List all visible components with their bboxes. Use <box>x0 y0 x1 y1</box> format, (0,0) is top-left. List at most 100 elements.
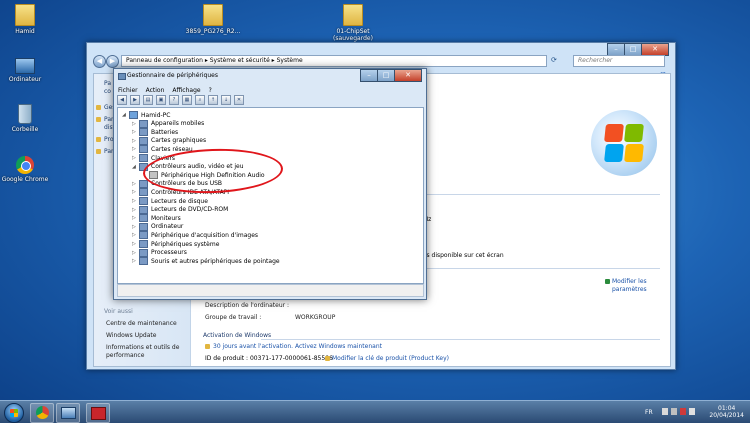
taskbar-toolbox[interactable] <box>86 403 110 423</box>
refresh-icon[interactable]: ⟳ <box>551 56 557 64</box>
tree-category[interactable]: ▷ Lecteurs de disque <box>132 197 208 205</box>
window-controls: – □ ✕ <box>360 69 422 82</box>
taskbar-chrome[interactable] <box>30 403 54 423</box>
view-icon[interactable]: ▤ <box>143 95 153 105</box>
desktop-icon-label: Google Chrome <box>1 176 49 183</box>
flag-icon <box>662 408 668 415</box>
device-icon <box>139 222 148 231</box>
help-icon[interactable]: ? <box>169 95 179 105</box>
link-windows-update[interactable]: Windows Update <box>106 332 156 339</box>
search-input[interactable]: Rechercher <box>573 55 665 67</box>
tree-label: Hamid-PC <box>141 111 171 119</box>
clock[interactable]: 01:04 20/04/2014 <box>709 405 744 419</box>
desktop-icon-chrome[interactable]: Google Chrome <box>0 156 50 183</box>
collapsed-arrow-icon[interactable]: ▷ <box>132 258 137 264</box>
expanded-arrow-icon[interactable]: ◢ <box>132 164 137 170</box>
minimize-button[interactable]: – <box>360 69 378 82</box>
recycle-bin-icon <box>18 104 32 124</box>
uninstall-icon[interactable]: ✕ <box>234 95 244 105</box>
device-icon <box>139 154 148 162</box>
device-manager-title: Gestionnaire de périphériques <box>127 72 218 79</box>
collapsed-arrow-icon[interactable]: ▷ <box>132 129 137 135</box>
tree-label: Périphériques système <box>151 240 220 248</box>
maximize-button[interactable]: □ <box>377 69 395 82</box>
tree-category[interactable]: ▷ Moniteurs <box>132 214 181 223</box>
toolbox-icon <box>90 407 106 420</box>
tree-category[interactable]: ▷ Batteries <box>132 128 178 137</box>
scan-hardware-icon[interactable]: ⌕ <box>195 95 205 105</box>
left-pane-link[interactable]: co <box>104 88 111 95</box>
tree-label: Périphérique d'acquisition d'images <box>151 231 259 239</box>
menu-file[interactable]: Fichier <box>118 87 138 94</box>
collapsed-arrow-icon[interactable]: ▷ <box>132 241 137 247</box>
collapsed-arrow-icon[interactable]: ▷ <box>132 146 137 152</box>
shield-icon <box>605 279 610 284</box>
back-icon[interactable]: ◀ <box>117 95 127 105</box>
collapsed-arrow-icon[interactable]: ▷ <box>132 121 137 127</box>
start-button[interactable] <box>4 403 24 423</box>
shield-icon <box>96 117 101 122</box>
change-settings-link[interactable]: Modifier les <box>612 278 647 285</box>
network-icon <box>671 408 677 415</box>
desktop-icon-folder-pg276[interactable]: 3859_PG276_R2... <box>183 4 243 35</box>
tree-root[interactable]: ◢ Hamid-PC <box>122 111 170 119</box>
device-icon <box>139 205 148 214</box>
window-titlebar[interactable] <box>87 43 675 53</box>
collapsed-arrow-icon[interactable]: ▷ <box>132 138 137 144</box>
forward-icon[interactable]: ▶ <box>106 55 119 68</box>
close-button[interactable]: ✕ <box>394 69 422 82</box>
tree-category[interactable]: ▷ Ordinateur <box>132 222 183 231</box>
language-indicator[interactable]: FR <box>645 409 653 416</box>
menu-view[interactable]: Affichage <box>172 87 200 94</box>
desktop-icon-recycle-bin[interactable]: Corbeille <box>0 104 50 133</box>
chrome-icon <box>35 406 49 419</box>
collapsed-arrow-icon[interactable]: ▷ <box>132 215 137 221</box>
desktop-icon-label: Ordinateur <box>8 76 42 83</box>
collapsed-arrow-icon[interactable]: ▷ <box>132 224 137 230</box>
tree-category[interactable]: ▷ Processeurs <box>132 248 187 257</box>
tree-category[interactable]: ▷ Périphérique d'acquisition d'images <box>132 231 259 240</box>
resources-icon[interactable]: ▦ <box>182 95 192 105</box>
disable-icon[interactable]: ↓ <box>221 95 231 105</box>
properties-icon[interactable]: ▣ <box>156 95 166 105</box>
divider <box>261 339 660 340</box>
tree-label: Cartes graphiques <box>151 137 207 145</box>
link-performance-cont[interactable]: performance <box>106 352 144 359</box>
back-icon[interactable]: ◀ <box>93 55 106 68</box>
tree-category[interactable]: ▷ Lecteurs de DVD/CD-ROM <box>132 205 228 214</box>
collapsed-arrow-icon[interactable]: ▷ <box>132 181 137 187</box>
change-settings-link-cont[interactable]: paramètres <box>612 286 647 293</box>
collapsed-arrow-icon[interactable]: ▷ <box>132 250 137 256</box>
forward-icon[interactable]: ▶ <box>130 95 140 105</box>
collapsed-arrow-icon[interactable]: ▷ <box>132 155 137 161</box>
tray-icons[interactable] <box>662 408 702 416</box>
computer-icon <box>60 407 76 419</box>
folder-icon <box>203 4 223 26</box>
desktop-icon-user-folder[interactable]: Hamid <box>0 4 50 35</box>
taskbar-control-panel[interactable] <box>56 403 80 423</box>
collapsed-arrow-icon[interactable]: ▷ <box>132 189 137 195</box>
menu-help[interactable]: ? <box>209 87 212 94</box>
tree-category[interactable]: ▷ Périphériques système <box>132 240 219 248</box>
link-action-center[interactable]: Centre de maintenance <box>106 320 177 327</box>
activate-windows-link[interactable]: 30 jours avant l'activation. Activez Win… <box>213 343 382 350</box>
update-driver-icon[interactable]: ↑ <box>208 95 218 105</box>
desktop-icon-computer[interactable]: Ordinateur <box>0 58 50 83</box>
change-product-key-link[interactable]: Modifier la clé de produit (Product Key) <box>332 355 449 362</box>
device-manager-icon <box>118 73 126 80</box>
tree-category[interactable]: ▷ Cartes graphiques <box>132 136 207 145</box>
address-bar[interactable]: Panneau de configuration ▸ Système et sé… <box>121 55 547 67</box>
left-pane-link[interactable]: Pa <box>104 80 111 87</box>
collapsed-arrow-icon[interactable]: ▷ <box>132 207 137 213</box>
collapsed-arrow-icon[interactable]: ▷ <box>132 198 137 204</box>
menu-action[interactable]: Action <box>146 87 165 94</box>
device-icon <box>139 128 148 137</box>
collapsed-arrow-icon[interactable]: ▷ <box>132 232 137 238</box>
desktop-icon-folder-chipset[interactable]: 01-ChipSet (sauvegarde) <box>323 4 383 42</box>
link-performance[interactable]: Informations et outils de <box>106 344 179 351</box>
tree-category[interactable]: ▷ Souris et autres périphériques de point… <box>132 257 280 266</box>
tree-label: Appareils mobiles <box>151 120 205 128</box>
info-row-label: Groupe de travail : <box>205 314 262 321</box>
expanded-arrow-icon[interactable]: ◢ <box>122 112 127 118</box>
tree-category[interactable]: ▷ Appareils mobiles <box>132 119 205 128</box>
